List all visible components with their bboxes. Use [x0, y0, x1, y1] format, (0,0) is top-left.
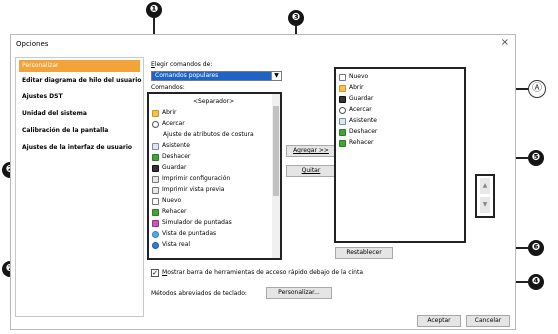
list-item-label: Deshacer [349, 128, 378, 135]
list-item-label: Nuevo [349, 73, 369, 80]
save-icon [152, 164, 159, 172]
new-file-icon [152, 197, 159, 205]
sidebar-item-calibracion[interactable]: Calibración de la pantalla [19, 125, 140, 137]
list-item-label: Imprimir configuración [162, 175, 231, 182]
dialog-title: Opciones [16, 40, 49, 48]
list-item[interactable]: Rehacer [339, 138, 374, 148]
list-item[interactable]: Ajuste de atributos de costura [163, 130, 254, 140]
print-preview-icon [152, 186, 159, 194]
customize-button[interactable]: Personalizar... [266, 287, 332, 299]
callout-a: Ⓐ [528, 80, 546, 98]
commands-scrollbar[interactable] [272, 94, 280, 258]
options-dialog: Opciones × Personalizar Editar diagrama … [10, 34, 516, 330]
list-item-label: Vista real [162, 241, 191, 248]
list-item[interactable]: Asistente [152, 141, 190, 151]
sidebar-item-ajustes-dst[interactable]: Ajustes DST [19, 91, 140, 103]
sidebar-item-personalizar[interactable]: Personalizar [19, 60, 140, 72]
show-below-checkbox[interactable]: ✓ [151, 269, 159, 277]
move-down-icon[interactable]: ▼ [480, 197, 490, 213]
options-sidebar: Personalizar Editar diagrama de hilo del… [15, 57, 144, 317]
undo-icon [339, 128, 346, 136]
list-item[interactable]: Guardar [339, 94, 373, 104]
list-item[interactable]: Nuevo [339, 72, 368, 82]
category-dropdown[interactable]: Comandos populares ▼ [151, 71, 282, 81]
chevron-down-icon[interactable]: ▼ [271, 72, 281, 80]
reset-button[interactable]: Restablecer [335, 247, 393, 259]
reorder-controls: ▲ ▼ [475, 174, 495, 218]
callout-3: ❸ [288, 10, 304, 26]
show-below-label: Mostrar barra de herramientas de acceso … [162, 269, 363, 276]
list-item[interactable]: Abrir [339, 83, 364, 93]
list-item[interactable]: Simulador de puntadas [152, 218, 232, 228]
list-item-label: Nuevo [162, 197, 182, 204]
category-label: Elegir comandos de: [151, 61, 213, 68]
zoom-in-icon [339, 106, 346, 114]
sidebar-item-unidad-sistema[interactable]: Unidad del sistema [19, 108, 140, 120]
cancel-button[interactable]: Cancelar [466, 315, 510, 327]
commands-label: Comandos: [151, 84, 185, 91]
list-item[interactable]: Acercar [152, 119, 185, 129]
ok-button[interactable]: Aceptar [417, 315, 461, 327]
print-setup-icon [152, 175, 159, 183]
list-item-label: Asistente [162, 142, 190, 149]
list-item[interactable]: Abrir [152, 108, 177, 118]
list-item[interactable]: Deshacer [152, 152, 190, 162]
list-item-label: Ajuste de atributos de costura [163, 131, 254, 138]
stitch-view-icon [152, 230, 159, 238]
folder-icon [339, 84, 346, 92]
wizard-icon [152, 142, 159, 150]
new-file-icon [339, 73, 346, 81]
list-item[interactable]: Vista de puntadas [152, 229, 216, 239]
list-item-label: Vista de puntadas [162, 230, 217, 237]
list-item[interactable]: Guardar [152, 163, 186, 173]
wizard-icon [339, 117, 346, 125]
list-item[interactable]: Asistente [339, 116, 377, 126]
move-up-icon[interactable]: ▲ [480, 178, 490, 194]
save-icon [339, 95, 346, 103]
callout-5: ❺ [528, 150, 544, 166]
redo-icon [152, 208, 159, 216]
list-item[interactable]: Deshacer [339, 127, 377, 137]
list-item-label: Acercar [162, 120, 185, 127]
category-value: Comandos populares [155, 72, 219, 79]
list-item-label: Abrir [162, 109, 177, 116]
remove-button[interactable]: Quitar [286, 165, 336, 177]
toolbar-commands-list[interactable]: Nuevo Abrir Guardar Acercar Asistente De… [334, 67, 466, 243]
list-item[interactable]: Vista real [152, 240, 190, 250]
callout-6: ❻ [528, 240, 544, 256]
shortcuts-label: Métodos abreviados de teclado: [151, 290, 247, 297]
list-item-label: Asistente [349, 117, 377, 124]
undo-icon [152, 153, 159, 161]
list-item-label: Rehacer [162, 208, 187, 215]
callout-4: ❹ [528, 274, 544, 290]
sidebar-item-editar-diagrama[interactable]: Editar diagrama de hilo del usuario [19, 75, 141, 87]
list-item-label: Acercar [349, 106, 372, 113]
stitch-simulator-icon [152, 219, 159, 227]
list-item[interactable]: Nuevo [152, 196, 181, 206]
list-item-label: <Separador> [193, 98, 235, 105]
list-item-label: Deshacer [162, 153, 191, 160]
list-item[interactable]: Rehacer [152, 207, 187, 217]
folder-icon [152, 109, 159, 117]
list-item[interactable]: <Separador> [193, 97, 234, 107]
real-view-icon [152, 241, 159, 249]
close-icon[interactable]: × [501, 38, 509, 48]
list-item[interactable]: Imprimir vista previa [152, 185, 224, 195]
list-item-label: Guardar [349, 95, 374, 102]
list-item-label: Abrir [349, 84, 364, 91]
list-item-label: Imprimir vista previa [162, 186, 225, 193]
callout-1: ❶ [146, 2, 162, 18]
zoom-in-icon [152, 120, 159, 128]
list-item-label: Simulador de puntadas [162, 219, 232, 226]
add-button[interactable]: Agregar >> [286, 145, 336, 157]
list-item[interactable]: Imprimir configuración [152, 174, 230, 184]
list-item-label: Guardar [162, 164, 187, 171]
sidebar-item-interfaz[interactable]: Ajustes de la interfaz de usuario [19, 142, 140, 154]
redo-icon [339, 139, 346, 147]
commands-list[interactable]: <Separador> Abrir Acercar Ajuste de atri… [147, 92, 282, 260]
scrollbar-thumb[interactable] [273, 106, 279, 196]
list-item[interactable]: Acercar [339, 105, 372, 115]
list-item-label: Rehacer [349, 139, 374, 146]
